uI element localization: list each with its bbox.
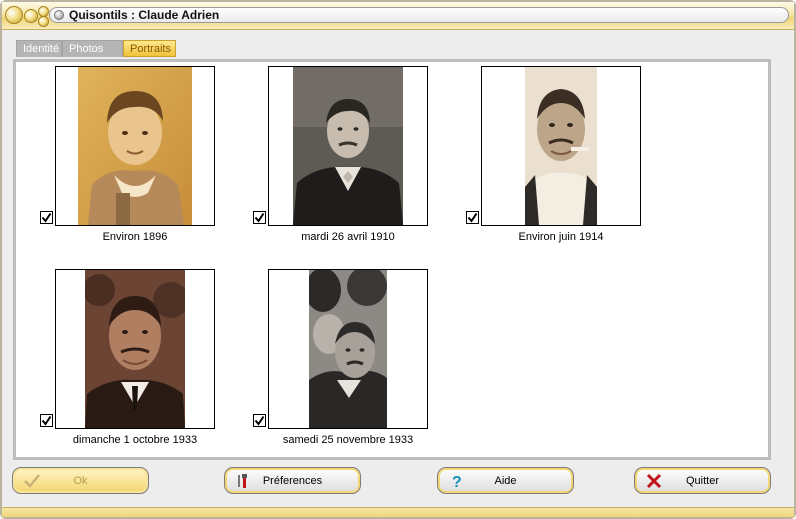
portrait-checkbox[interactable] xyxy=(40,414,53,427)
window-title: Quisontils : Claude Adrien xyxy=(69,8,220,22)
portrait-photo xyxy=(293,67,403,225)
soldier-portrait-image xyxy=(525,67,597,225)
portrait-frame[interactable] xyxy=(481,66,641,226)
app-window: Quisontils : Claude Adrien Identité Phot… xyxy=(0,0,796,519)
portrait-photo xyxy=(525,67,597,225)
check-icon xyxy=(254,415,265,426)
portrait-frame[interactable] xyxy=(268,269,428,429)
portrait-photo xyxy=(85,270,185,428)
portrait-checkbox[interactable] xyxy=(466,211,479,224)
portrait-frame[interactable] xyxy=(55,269,215,429)
quit-button[interactable]: Quitter xyxy=(634,467,771,494)
close-window-button[interactable] xyxy=(5,6,23,24)
portrait-frame[interactable] xyxy=(55,66,215,226)
portrait-caption: Environ 1896 xyxy=(102,231,168,243)
help-button[interactable]: ? Aide xyxy=(437,467,574,494)
preferences-button-label: Préferences xyxy=(262,475,323,487)
portrait-frame[interactable] xyxy=(268,66,428,226)
portraits-panel: Environ 1896 mardi 26 avril 1910 Environ… xyxy=(13,59,771,460)
portrait-item: Environ juin 1914 xyxy=(454,64,644,248)
quit-button-label: Quitter xyxy=(685,475,719,487)
portrait-item: samedi 25 novembre 1933 xyxy=(241,267,431,451)
help-button-label: Aide xyxy=(494,475,517,487)
child-portrait-image xyxy=(78,67,192,225)
portrait-caption: mardi 26 avril 1910 xyxy=(301,231,395,243)
window-icon xyxy=(54,10,64,20)
portrait-caption: Environ juin 1914 xyxy=(518,231,604,243)
young-man-portrait-image xyxy=(293,67,403,225)
tab-identite[interactable]: Identité xyxy=(16,40,62,57)
portrait-checkbox[interactable] xyxy=(253,211,266,224)
portrait-photo xyxy=(78,67,192,225)
tab-photos[interactable]: Photos (5) xyxy=(62,40,123,72)
man-portrait-image xyxy=(85,270,185,428)
title-bar: Quisontils : Claude Adrien xyxy=(2,2,794,30)
ok-button[interactable]: Ok xyxy=(12,467,149,494)
portrait-item: Environ 1896 xyxy=(28,64,218,248)
portrait-checkbox[interactable] xyxy=(253,414,266,427)
portrait-caption: samedi 25 novembre 1933 xyxy=(282,434,414,446)
portrait-checkbox[interactable] xyxy=(40,211,53,224)
check-icon xyxy=(41,212,52,223)
collapse-window-button[interactable] xyxy=(38,16,49,27)
portrait-caption: dimanche 1 octobre 1933 xyxy=(72,434,198,446)
minimize-window-button[interactable] xyxy=(24,9,38,23)
ok-button-label: Ok xyxy=(73,475,88,487)
title-area: Quisontils : Claude Adrien xyxy=(49,7,789,23)
preferences-button[interactable]: Préferences xyxy=(224,467,361,494)
group-crop-portrait-image xyxy=(309,270,387,428)
window-bottom-edge xyxy=(2,507,794,517)
portrait-item: dimanche 1 octobre 1933 xyxy=(28,267,218,451)
portrait-item: mardi 26 avril 1910 xyxy=(241,64,431,248)
check-icon xyxy=(467,212,478,223)
tab-portraits[interactable]: Portraits xyxy=(123,40,176,57)
portrait-photo xyxy=(309,270,387,428)
check-icon xyxy=(41,415,52,426)
check-icon xyxy=(254,212,265,223)
